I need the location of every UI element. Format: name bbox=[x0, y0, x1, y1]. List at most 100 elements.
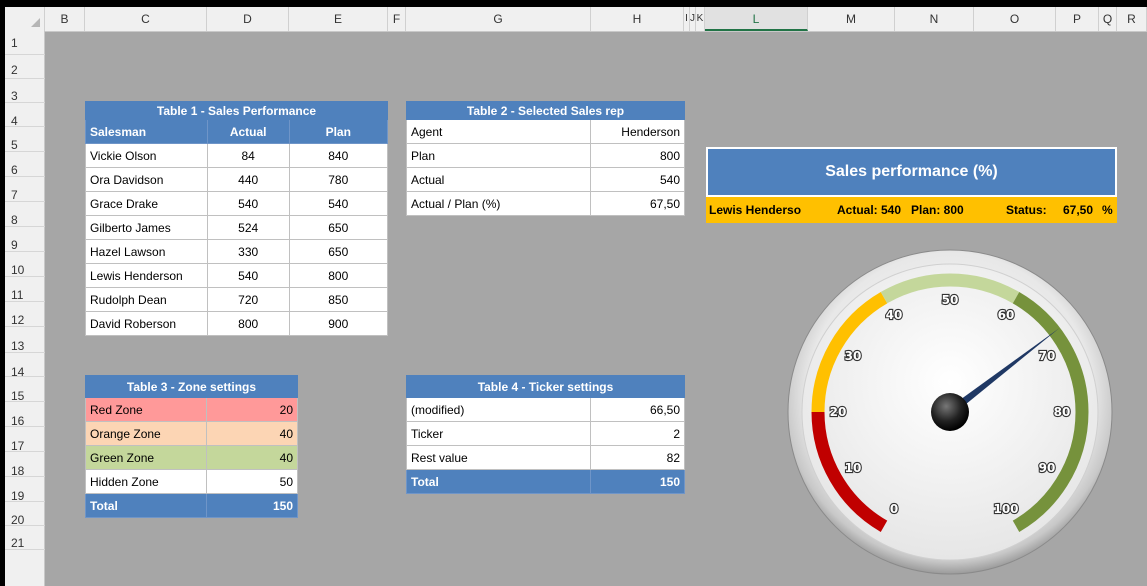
col-header-C[interactable]: C bbox=[85, 7, 207, 31]
cell[interactable]: 84 bbox=[206, 143, 290, 168]
cell[interactable]: Lewis Henderson bbox=[85, 263, 208, 288]
table3-title[interactable]: Table 3 - Zone settings bbox=[85, 375, 298, 398]
row-header-1[interactable]: 1 bbox=[5, 31, 45, 55]
row-header-21[interactable]: 21 bbox=[5, 526, 45, 550]
table4-title[interactable]: Table 4 - Ticker settings bbox=[406, 375, 685, 398]
cell[interactable]: Ticker bbox=[405, 421, 592, 446]
cell[interactable]: Green Zone bbox=[85, 445, 207, 470]
banner-status-unit[interactable]: % bbox=[1102, 203, 1113, 217]
col-header-N[interactable]: N bbox=[895, 7, 974, 31]
cell[interactable]: 2 bbox=[590, 421, 685, 446]
cell[interactable]: 67,50 bbox=[590, 191, 685, 216]
row-header-9[interactable]: 9 bbox=[5, 227, 45, 252]
cell[interactable]: 20 bbox=[205, 397, 299, 422]
table1-header-salesman[interactable]: Salesman bbox=[85, 119, 208, 144]
cell[interactable]: 150 bbox=[205, 493, 299, 518]
banner-title[interactable]: Sales performance (%) bbox=[706, 147, 1117, 197]
cell[interactable]: (modified) bbox=[405, 397, 592, 422]
cell[interactable]: 50 bbox=[205, 469, 299, 494]
col-header-F[interactable]: F bbox=[388, 7, 406, 31]
col-header-D[interactable]: D bbox=[207, 7, 289, 31]
speedometer-gauge[interactable]: 0 10 20 30 40 50 60 70 80 90 100 bbox=[780, 247, 1120, 586]
row-header-3[interactable]: 3 bbox=[5, 79, 45, 103]
table1-header-actual[interactable]: Actual bbox=[206, 119, 290, 144]
cell[interactable]: 850 bbox=[288, 287, 389, 312]
cell[interactable]: 720 bbox=[206, 287, 290, 312]
row-header-12[interactable]: 12 bbox=[5, 302, 45, 327]
row-header-5[interactable]: 5 bbox=[5, 127, 45, 152]
cell[interactable]: Hazel Lawson bbox=[85, 239, 208, 264]
banner-name[interactable]: Lewis Henderso bbox=[709, 203, 801, 217]
cell[interactable]: 330 bbox=[206, 239, 290, 264]
cell[interactable]: Agent bbox=[405, 119, 592, 144]
row-header-16[interactable]: 16 bbox=[5, 402, 45, 428]
cell[interactable]: 40 bbox=[205, 421, 299, 446]
cell[interactable]: 40 bbox=[205, 445, 299, 470]
select-all-corner[interactable] bbox=[5, 7, 45, 31]
cell[interactable]: Vickie Olson bbox=[85, 143, 208, 168]
row-header-19[interactable]: 19 bbox=[5, 477, 45, 503]
cell[interactable]: Actual bbox=[405, 167, 592, 192]
cell[interactable]: 800 bbox=[590, 143, 685, 168]
cell[interactable]: 800 bbox=[288, 263, 389, 288]
col-header-K[interactable]: K bbox=[696, 7, 705, 31]
cell[interactable]: Ora Davidson bbox=[85, 167, 208, 192]
cell[interactable]: 440 bbox=[206, 167, 290, 192]
cell[interactable]: Plan bbox=[405, 143, 592, 168]
banner-actual[interactable]: Actual: 540 bbox=[837, 203, 901, 217]
col-header-E[interactable]: E bbox=[289, 7, 388, 31]
cell[interactable]: 150 bbox=[590, 469, 685, 494]
cell[interactable]: 800 bbox=[206, 311, 290, 336]
table2-title[interactable]: Table 2 - Selected Sales rep bbox=[406, 101, 685, 120]
cell[interactable]: 900 bbox=[288, 311, 389, 336]
cell[interactable]: 66,50 bbox=[590, 397, 685, 422]
cell[interactable]: Hidden Zone bbox=[85, 469, 207, 494]
cell[interactable]: Rudolph Dean bbox=[85, 287, 208, 312]
row-header-20[interactable]: 20 bbox=[5, 502, 45, 527]
col-header-H[interactable]: H bbox=[591, 7, 684, 31]
cell[interactable]: 82 bbox=[590, 445, 685, 470]
cell[interactable]: 650 bbox=[288, 239, 389, 264]
banner-status-label[interactable]: Status: bbox=[1006, 203, 1047, 217]
cell[interactable]: 540 bbox=[206, 263, 290, 288]
cell[interactable]: Actual / Plan (%) bbox=[405, 191, 592, 216]
banner-plan[interactable]: Plan: 800 bbox=[911, 203, 964, 217]
row-header-6[interactable]: 6 bbox=[5, 152, 45, 177]
col-header-M[interactable]: M bbox=[808, 7, 895, 31]
col-header-Q[interactable]: Q bbox=[1099, 7, 1117, 31]
row-header-13[interactable]: 13 bbox=[5, 327, 45, 353]
cell[interactable]: 524 bbox=[206, 215, 290, 240]
col-header-L[interactable]: L bbox=[705, 7, 808, 31]
cell[interactable]: Henderson bbox=[590, 119, 685, 144]
cell[interactable]: 780 bbox=[288, 167, 389, 192]
cell[interactable]: Orange Zone bbox=[85, 421, 207, 446]
cell[interactable]: Total bbox=[85, 493, 207, 518]
col-header-P[interactable]: P bbox=[1056, 7, 1099, 31]
cell[interactable]: David Roberson bbox=[85, 311, 208, 336]
cell[interactable]: 840 bbox=[288, 143, 389, 168]
row-header-11[interactable]: 11 bbox=[5, 277, 45, 302]
col-header-G[interactable]: G bbox=[406, 7, 591, 31]
col-header-O[interactable]: O bbox=[974, 7, 1056, 31]
row-header-14[interactable]: 14 bbox=[5, 353, 45, 379]
row-header-10[interactable]: 10 bbox=[5, 252, 45, 277]
table1-header-plan[interactable]: Plan bbox=[288, 119, 389, 144]
row-header-7[interactable]: 7 bbox=[5, 177, 45, 202]
cell[interactable]: 540 bbox=[288, 191, 389, 216]
cell[interactable]: Grace Drake bbox=[85, 191, 208, 216]
row-header-15[interactable]: 15 bbox=[5, 377, 45, 403]
cell[interactable]: 540 bbox=[590, 167, 685, 192]
row-header-17[interactable]: 17 bbox=[5, 427, 45, 453]
cell[interactable]: Rest value bbox=[405, 445, 592, 470]
cell[interactable]: 650 bbox=[288, 215, 389, 240]
row-header-8[interactable]: 8 bbox=[5, 202, 45, 227]
banner-status-value[interactable]: 67,50 bbox=[1063, 203, 1093, 217]
cell[interactable]: Red Zone bbox=[85, 397, 207, 422]
row-header-2[interactable]: 2 bbox=[5, 55, 45, 79]
cell[interactable]: Gilberto James bbox=[85, 215, 208, 240]
col-header-R[interactable]: R bbox=[1117, 7, 1147, 31]
row-header-4[interactable]: 4 bbox=[5, 103, 45, 128]
col-header-B[interactable]: B bbox=[45, 7, 85, 31]
cell[interactable]: Total bbox=[405, 469, 592, 494]
table1-title[interactable]: Table 1 - Sales Performance bbox=[85, 101, 388, 120]
